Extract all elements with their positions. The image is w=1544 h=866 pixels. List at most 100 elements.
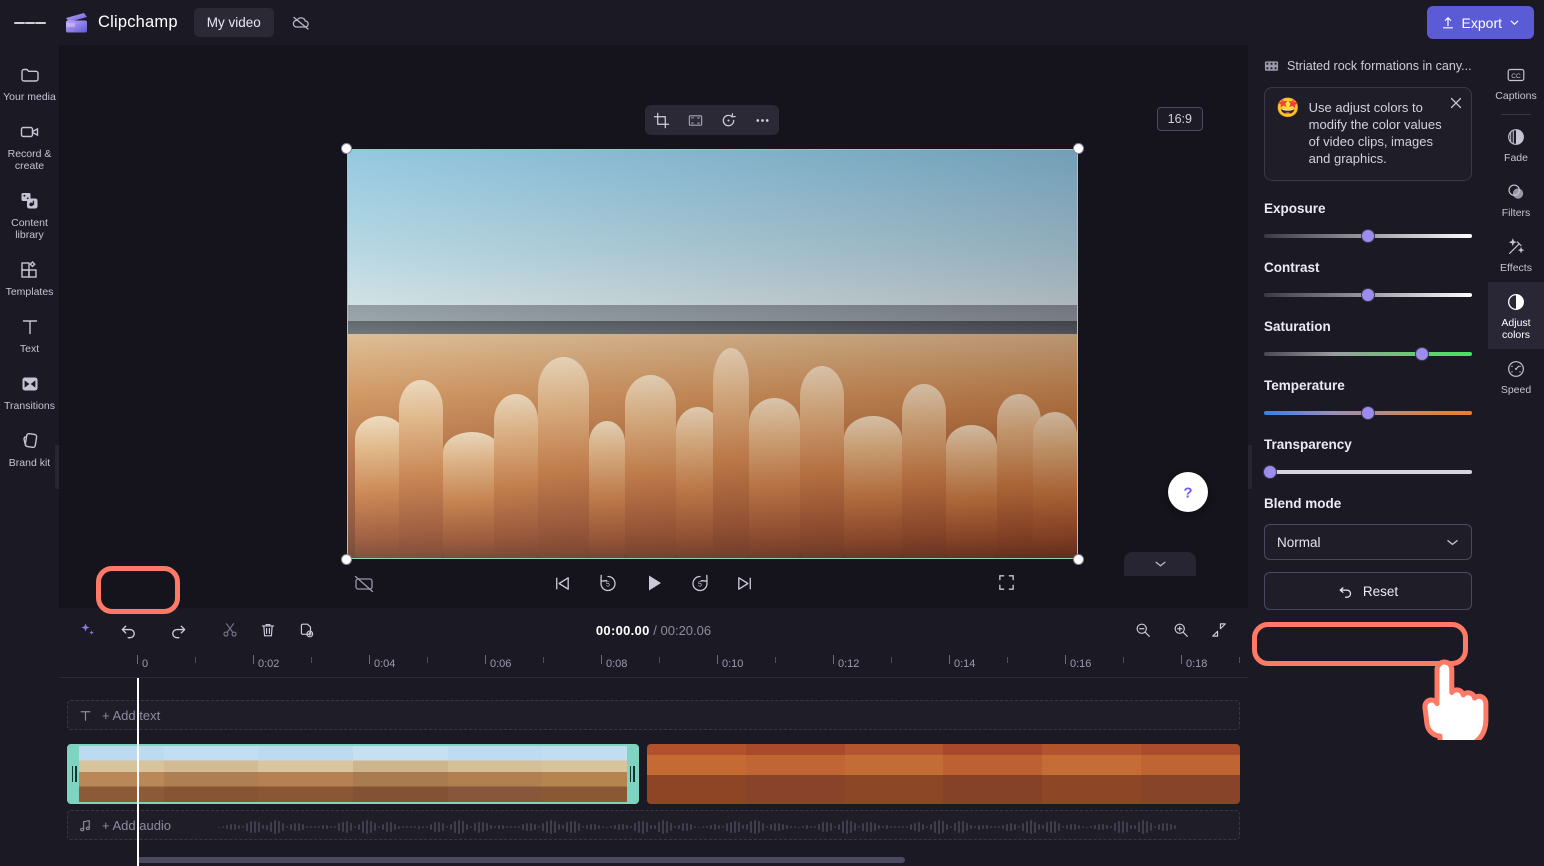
skip-to-start-button[interactable] [548,569,576,597]
fade-icon [1505,126,1527,148]
saturation-slider-knob[interactable] [1415,347,1429,361]
video-stage[interactable] [347,149,1078,559]
chevron-down-icon [1446,538,1459,547]
playhead[interactable] [137,678,139,866]
tab-filters[interactable]: Filters [1488,172,1544,227]
preview-floating-toolbar [645,105,779,135]
temperature-control: Temperature [1264,378,1472,420]
preview-collapse-button[interactable] [1124,552,1196,576]
contrast-control: Contrast [1264,260,1472,302]
audio-track[interactable]: + Add audio [67,810,1240,840]
add-text-track[interactable]: + Add text [67,700,1240,730]
timeline-zoom-controls [1128,616,1234,644]
svg-text:5: 5 [606,582,610,589]
help-button[interactable]: ? [1168,472,1208,512]
duplicate-button[interactable] [291,616,321,644]
timeline-ruler[interactable]: 00:020:040:060:080:100:120:140:160:18 [59,652,1248,678]
aspect-ratio-badge[interactable]: 16:9 [1157,107,1203,131]
contrast-slider-knob[interactable] [1361,288,1375,302]
sidebar-item-content-library[interactable]: Content library [0,181,59,248]
resize-handle-bottom-left[interactable] [341,554,352,565]
blend-mode-select[interactable]: Normal [1264,524,1472,560]
ruler-label: 0:14 [954,658,975,670]
sidebar-item-templates[interactable]: Templates [0,250,59,305]
exposure-slider[interactable] [1264,229,1472,243]
saturation-label: Saturation [1264,319,1472,334]
templates-icon [18,258,42,282]
video-clip-selected[interactable] [67,744,639,804]
temperature-slider-knob[interactable] [1361,406,1375,420]
fullscreen-icon[interactable] [997,573,1016,597]
temperature-slider[interactable] [1264,406,1472,420]
trim-handle-right[interactable] [627,746,637,802]
redo-button[interactable] [163,616,193,644]
zoom-out-button[interactable] [1128,616,1158,644]
ruler-label: 0:08 [606,658,627,670]
sidebar-item-your-media[interactable]: Your media [0,55,59,110]
exposure-slider-knob[interactable] [1361,229,1375,243]
ruler-label: 0 [142,658,148,670]
ruler-tick-minor [1123,657,1124,663]
transparency-slider-knob[interactable] [1263,465,1277,479]
timeline-scrollbar[interactable] [59,857,1248,866]
split-button[interactable] [215,616,245,644]
svg-text:CC: CC [1511,73,1521,80]
zoom-in-button[interactable] [1166,616,1196,644]
tab-fade[interactable]: Fade [1488,117,1544,172]
skip-to-end-button[interactable] [732,569,760,597]
sidebar-item-brand-kit[interactable]: Brand kit [0,421,59,476]
text-track[interactable]: + Add text [67,700,1240,730]
cloud-off-icon[interactable] [286,8,316,38]
sparkle-icon[interactable] [73,616,103,644]
ruler-tick [137,655,138,664]
project-name-chip[interactable]: My video [194,8,274,37]
tab-speed[interactable]: Speed [1488,349,1544,404]
selected-clip-title: Striated rock formations in cany... [1264,59,1472,73]
clipchamp-logo-icon [64,12,89,34]
resize-handle-bottom-right[interactable] [1073,554,1084,565]
reset-button[interactable]: Reset [1264,572,1472,610]
ruler-tick [485,655,486,664]
contrast-slider[interactable] [1264,288,1472,302]
video-clip-next[interactable] [647,744,1240,804]
speed-icon [1505,358,1527,380]
rotate-icon[interactable] [716,108,742,132]
delete-button[interactable] [253,616,283,644]
sidebar-item-record-create[interactable]: Record & create [0,112,59,179]
trim-handle-left[interactable] [69,746,79,802]
transparency-slider[interactable] [1264,465,1472,479]
export-button[interactable]: Export [1427,6,1534,39]
forward-5s-button[interactable]: 5 [686,569,714,597]
fit-timeline-button[interactable] [1204,616,1234,644]
resize-handle-top-left[interactable] [341,143,352,154]
left-nav-rail: Your media Record & create Content libra… [0,45,59,866]
rewind-5s-button[interactable]: 5 [594,569,622,597]
add-audio-track[interactable]: + Add audio [67,810,1240,840]
right-panel-expander[interactable] [1248,445,1252,489]
clip-thumbnails [69,746,637,802]
tab-captions[interactable]: CC Captions [1488,55,1544,110]
ruler-tick [369,655,370,664]
ruler-tick [1181,655,1182,664]
resize-handle-top-right[interactable] [1073,143,1084,154]
hamburger-icon[interactable] [14,7,46,39]
saturation-slider[interactable] [1264,347,1472,361]
ruler-tick-minor [1239,657,1240,663]
sidebar-item-text[interactable]: Text [0,307,59,362]
play-button[interactable] [640,569,668,597]
reset-label: Reset [1363,584,1398,599]
more-options-icon[interactable] [749,108,775,132]
undo-button[interactable] [113,616,143,644]
total-time: 00:20.06 [661,623,712,638]
cc-icon: CC [1505,64,1527,86]
time-separator: / [653,623,657,638]
tab-adjust-colors[interactable]: Adjust colors [1488,282,1544,349]
fit-icon[interactable] [682,108,708,132]
tab-label: Filters [1502,207,1531,219]
sidebar-item-transitions[interactable]: Transitions [0,364,59,419]
tab-effects[interactable]: Effects [1488,227,1544,282]
ruler-tick-minor [311,657,312,663]
crop-icon[interactable] [649,108,675,132]
chevron-right-icon [1248,461,1249,473]
close-icon[interactable] [1449,96,1463,115]
